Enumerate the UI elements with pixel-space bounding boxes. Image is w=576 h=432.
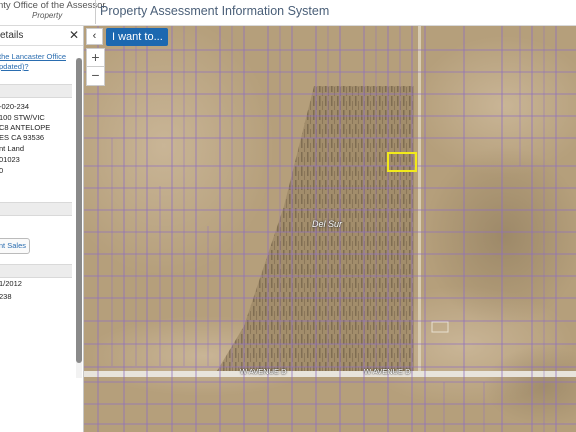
place-label: Del Sur: [312, 219, 343, 229]
use-type: nt Land: [0, 144, 25, 153]
address-line3: ES CA 93536: [0, 133, 45, 142]
sidebar-title: etails: [0, 30, 24, 41]
value: 0: [0, 166, 3, 177]
i-want-to-button[interactable]: I want to...: [106, 28, 168, 46]
address-line1: 100 STW/VIC: [0, 113, 45, 122]
header-divider: [95, 0, 96, 24]
dirt-road-vertical: [418, 26, 421, 371]
aerial-map[interactable]: [84, 26, 576, 432]
agency-title: nty Office of the Assessor: [0, 0, 106, 11]
office-link[interactable]: the Lancaster Office pdated)?: [0, 52, 66, 72]
scrollbar-thumb[interactable]: [76, 58, 82, 363]
address-line2: C8 ANTELOPE: [0, 123, 51, 132]
sale-number: 238: [0, 292, 12, 301]
section-bar-sales: [0, 202, 72, 216]
app-root: nty Office of the Assessor Property Prop…: [0, 0, 576, 432]
map-view[interactable]: Del Sur W AVENUE D W AVENUE D: [84, 26, 576, 432]
recent-sales-button[interactable]: nt Sales: [0, 238, 30, 254]
zoom-out-button[interactable]: −: [87, 67, 104, 85]
office-link-line2[interactable]: pdated)?: [0, 62, 29, 71]
use-code: 01023: [0, 155, 20, 164]
agency-subtitle: Property: [32, 11, 63, 20]
sale-date: 1/2012: [0, 279, 22, 288]
office-link-line1[interactable]: the Lancaster Office: [0, 52, 66, 61]
system-title: Property Assessment Information System: [100, 4, 330, 18]
section-bar-date: [0, 264, 72, 278]
parcel-ain: -020-234: [0, 102, 30, 111]
sidebar-header: etails ✕: [0, 26, 83, 46]
sidebar-scrollbar[interactable]: [76, 58, 82, 378]
section-bar-parcel: [0, 84, 72, 98]
road-label-east: W AVENUE D: [364, 367, 411, 376]
close-icon[interactable]: ✕: [69, 28, 79, 42]
zoom-in-button[interactable]: +: [87, 49, 104, 67]
zoom-control: + −: [86, 48, 105, 86]
header: nty Office of the Assessor Property Prop…: [0, 0, 576, 26]
road-label-west: W AVENUE D: [240, 367, 287, 376]
details-sidebar: etails ✕ the Lancaster Office pdated)? -…: [0, 26, 84, 432]
chevron-left-icon[interactable]: ‹: [86, 28, 103, 45]
